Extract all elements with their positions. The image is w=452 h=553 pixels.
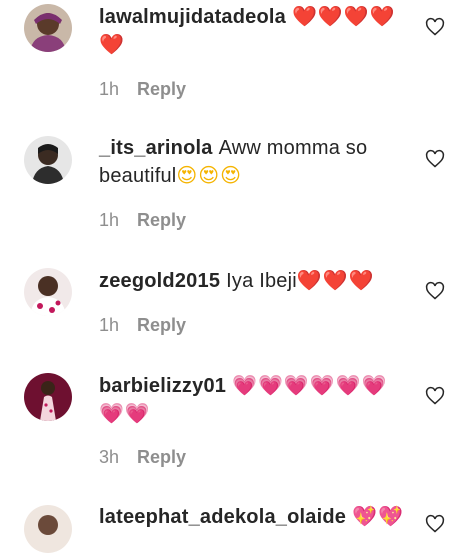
comment-meta: 1h Reply [99, 210, 186, 231]
comment-meta: 3h Reply [99, 447, 186, 468]
like-heart-icon[interactable] [425, 386, 445, 406]
comment-meta: 1h Reply [99, 315, 186, 336]
comment-time: 1h [99, 79, 120, 99]
comment-username[interactable]: barbielizzy01 [99, 375, 226, 397]
comment-time: 3h [99, 447, 120, 467]
reply-button[interactable]: Reply [137, 315, 186, 335]
comment-text: _its_arinola Aww momma so beautiful😍😍😍 [99, 135, 404, 190]
comment-time: 1h [99, 210, 120, 230]
reply-button[interactable]: Reply [137, 79, 186, 99]
comment-username[interactable]: lawalmujidatadeola [99, 6, 286, 28]
comment-username[interactable]: _its_arinola [99, 137, 213, 159]
like-heart-icon[interactable] [425, 17, 445, 37]
avatar[interactable] [24, 373, 72, 421]
sparkling-heart-emoji: 💖💖 [352, 504, 404, 528]
reply-button[interactable]: Reply [137, 210, 186, 230]
heart-eyes-emoji: 😍😍😍 [176, 163, 242, 187]
avatar[interactable] [24, 136, 72, 184]
comment-text: barbielizzy01 💗💗💗💗💗💗💗💗 [99, 372, 404, 428]
comment-time: 1h [99, 315, 120, 335]
comment-username[interactable]: zeegold2015 [99, 270, 220, 292]
like-heart-icon[interactable] [425, 514, 445, 534]
comment-meta: 1h Reply [99, 79, 186, 100]
comment-body: Iya Ibeji [226, 270, 297, 292]
comment-text: lateephat_adekola_olaide 💖💖 [99, 503, 404, 531]
like-heart-icon[interactable] [425, 149, 445, 169]
reply-button[interactable]: Reply [137, 447, 186, 467]
avatar[interactable] [24, 268, 72, 316]
comment-username[interactable]: lateephat_adekola_olaide [99, 506, 346, 528]
like-heart-icon[interactable] [425, 281, 445, 301]
avatar[interactable] [24, 505, 72, 553]
avatar[interactable] [24, 4, 72, 52]
comment-text: zeegold2015 Iya Ibeji❤️❤️❤️ [99, 267, 404, 295]
heart-emoji: ❤️❤️❤️ [296, 268, 375, 292]
comment-text: lawalmujidatadeola ❤️❤️❤️❤️❤️ [99, 3, 404, 59]
